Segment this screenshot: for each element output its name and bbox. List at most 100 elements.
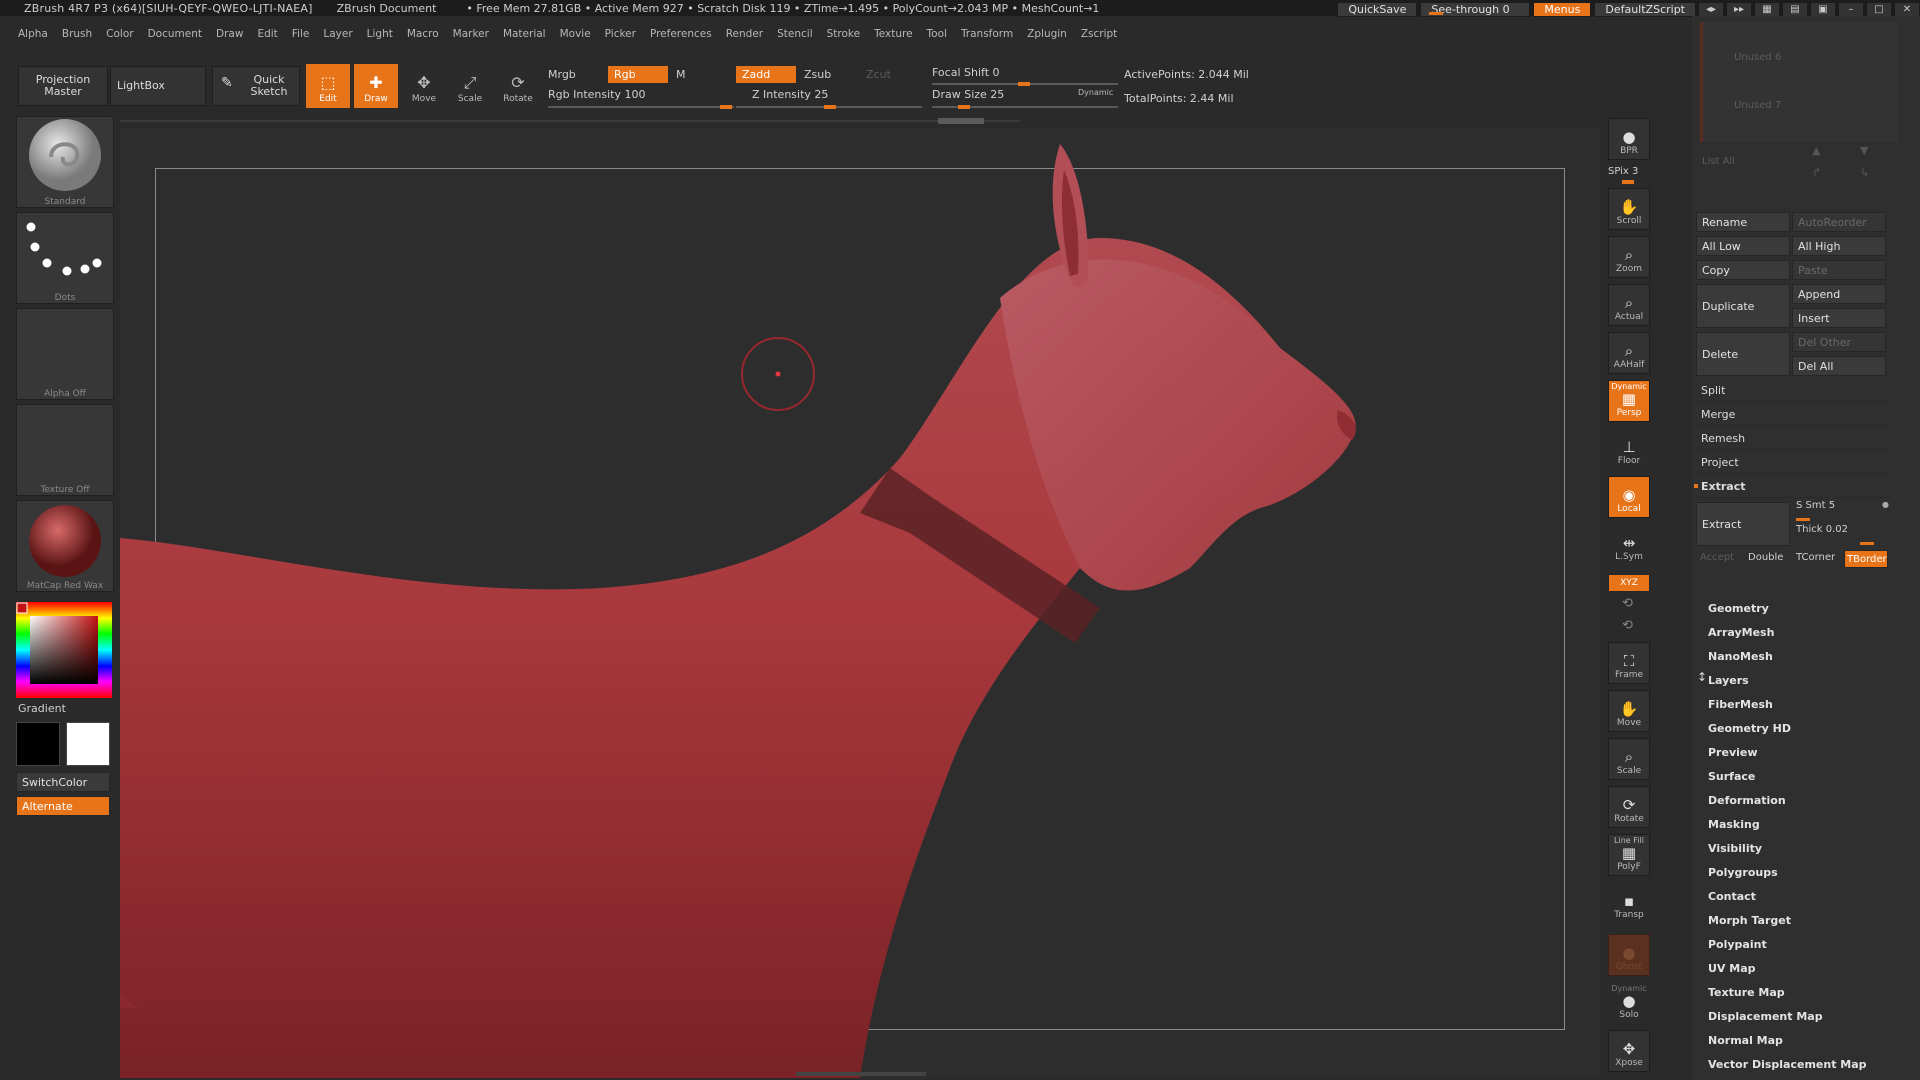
all-low-button[interactable]: All Low [1696, 236, 1790, 256]
ui-layout-icon[interactable]: ▦ [1754, 1, 1780, 17]
del-other-button[interactable]: Del Other [1792, 332, 1886, 352]
quicksave-button[interactable]: QuickSave [1337, 1, 1418, 17]
persp-button[interactable]: Dynamic ▦ Persp [1608, 380, 1650, 422]
menu-edit[interactable]: Edit [257, 28, 277, 40]
alternate-button[interactable]: Alternate [16, 796, 110, 816]
menu-zplugin[interactable]: Zplugin [1027, 28, 1067, 40]
transp-button[interactable]: ▪ Transp [1608, 882, 1650, 924]
subtool-unused-7[interactable]: Unused 7 [1734, 100, 1781, 111]
section-vector-displacement-map[interactable]: Vector Displacement Map [1708, 1058, 1867, 1071]
local-button[interactable]: ◉ Local [1608, 476, 1650, 518]
subtool-list-scrollbar[interactable] [1700, 22, 1703, 142]
paste-button[interactable]: Paste [1792, 260, 1886, 280]
rotate-view-button[interactable]: ⟳ Rotate [1608, 786, 1650, 828]
del-all-button[interactable]: Del All [1792, 356, 1886, 376]
section-normal-map[interactable]: Normal Map [1708, 1034, 1783, 1047]
dog-model[interactable] [120, 128, 1600, 1078]
menus-toggle[interactable]: Menus [1533, 1, 1592, 17]
z-intensity-knob[interactable] [824, 105, 836, 109]
floor-button[interactable]: ⊥ Floor [1608, 428, 1650, 470]
section-geometry-hd[interactable]: Geometry HD [1708, 722, 1791, 735]
menu-document[interactable]: Document [148, 28, 202, 40]
accept-button[interactable]: Accept [1700, 552, 1734, 563]
section-geometry[interactable]: Geometry [1708, 602, 1769, 615]
polyf-button[interactable]: Line Fill ▦ PolyF [1608, 834, 1650, 876]
layout-left-icon[interactable]: ◂▸ [1698, 1, 1724, 17]
dynamic-toggle[interactable]: Dynamic [1078, 88, 1113, 97]
merge-section[interactable]: Merge [1696, 404, 1890, 426]
canvas-viewport[interactable] [120, 128, 1600, 1078]
mrgb-toggle[interactable]: Mrgb [548, 68, 576, 81]
actual-button[interactable]: ⌕ Actual [1608, 284, 1650, 326]
section-contact[interactable]: Contact [1708, 890, 1756, 903]
section-deformation[interactable]: Deformation [1708, 794, 1786, 807]
material-selector[interactable]: MatCap Red Wax [16, 500, 114, 592]
xpose-button[interactable]: ✥ Xpose [1608, 1030, 1650, 1072]
copy-button[interactable]: Copy [1696, 260, 1790, 280]
projection-master-button[interactable]: Projection Master [18, 66, 108, 106]
rename-button[interactable]: Rename [1696, 212, 1790, 232]
menu-tool[interactable]: Tool [927, 28, 947, 40]
double-toggle[interactable]: Double [1748, 552, 1783, 563]
switchcolor-button[interactable]: SwitchColor [16, 772, 110, 792]
solo-button[interactable]: Dynamic ● Solo [1608, 982, 1650, 1024]
delete-button[interactable]: Delete [1696, 332, 1790, 376]
section-polygroups[interactable]: Polygroups [1708, 866, 1778, 879]
menu-material[interactable]: Material [503, 28, 546, 40]
append-button[interactable]: Append [1792, 284, 1886, 304]
shelf-scroll-handle[interactable] [938, 118, 984, 124]
focal-shift-knob[interactable] [1018, 82, 1030, 86]
rgb-toggle[interactable]: Rgb [608, 66, 668, 83]
section-nanomesh[interactable]: NanoMesh [1708, 650, 1773, 663]
menu-alpha[interactable]: Alpha [18, 28, 48, 40]
scale-mode-button[interactable]: ⤢ Scale [448, 64, 492, 108]
arrow-up-icon[interactable]: ▲ [1812, 144, 1820, 157]
menu-marker[interactable]: Marker [453, 28, 489, 40]
section-visibility[interactable]: Visibility [1708, 842, 1762, 855]
rotate-z-icon[interactable]: ⟲ [1622, 618, 1633, 633]
move-down-icon[interactable]: ↳ [1860, 166, 1869, 179]
ghost-button[interactable]: ● Ghost [1608, 934, 1650, 976]
focal-shift-slider[interactable]: Focal Shift 0 [932, 66, 1000, 79]
texture-selector[interactable]: Texture Off [16, 404, 114, 496]
subtool-unused-6[interactable]: Unused 6 [1734, 52, 1781, 63]
see-through-slider[interactable]: See-through 0 [1420, 1, 1531, 17]
m-toggle[interactable]: M [676, 68, 686, 81]
menu-zscript[interactable]: Zscript [1081, 28, 1117, 40]
draw-size-slider[interactable]: Draw Size 25 [932, 88, 1004, 101]
xyz-toggle[interactable]: XYZ [1608, 574, 1650, 592]
default-zscript-button[interactable]: DefaultZScript [1594, 1, 1696, 17]
scale-view-button[interactable]: ⌕ Scale [1608, 738, 1650, 780]
section-surface[interactable]: Surface [1708, 770, 1755, 783]
maximize-icon[interactable]: □ [1866, 1, 1892, 17]
all-high-button[interactable]: All High [1792, 236, 1886, 256]
z-intensity-slider[interactable]: Z Intensity 25 [752, 88, 828, 101]
menu-preferences[interactable]: Preferences [650, 28, 712, 40]
draw-mode-button[interactable]: ✚ Draw [354, 64, 398, 108]
menu-texture[interactable]: Texture [874, 28, 912, 40]
insert-button[interactable]: Insert [1792, 308, 1886, 328]
rgb-intensity-track[interactable] [548, 106, 734, 108]
duplicate-button[interactable]: Duplicate [1696, 284, 1790, 328]
quick-sketch-button[interactable]: ✎ Quick Sketch [212, 66, 300, 106]
tcorner-toggle[interactable]: TCorner [1796, 552, 1835, 563]
zoom-button[interactable]: ⌕ Zoom [1608, 236, 1650, 278]
aahalf-button[interactable]: ⌕ AAHalf [1608, 332, 1650, 374]
section-polypaint[interactable]: Polypaint [1708, 938, 1767, 951]
bpr-button[interactable]: ● BPR [1608, 118, 1650, 160]
autoreorder-button[interactable]: AutoReorder [1792, 212, 1886, 232]
thick-knob[interactable] [1860, 542, 1874, 545]
menu-movie[interactable]: Movie [560, 28, 591, 40]
rgb-intensity-knob[interactable] [720, 105, 732, 109]
move-mode-button[interactable]: ✥ Move [402, 64, 446, 108]
subtool-list[interactable]: Unused 6 Unused 7 [1700, 22, 1898, 142]
alpha-selector[interactable]: Alpha Off [16, 308, 114, 400]
close-icon[interactable]: ✕ [1894, 1, 1920, 17]
edit-mode-button[interactable]: ⬚ Edit [306, 64, 350, 108]
scroll-button[interactable]: ✋ Scroll [1608, 188, 1650, 230]
menu-stroke[interactable]: Stroke [827, 28, 860, 40]
frame-button[interactable]: ⛶ Frame [1608, 642, 1650, 684]
spix-slider[interactable]: SPix 3 [1608, 166, 1638, 177]
zcut-toggle[interactable]: Zcut [866, 68, 891, 81]
section-preview[interactable]: Preview [1708, 746, 1758, 759]
